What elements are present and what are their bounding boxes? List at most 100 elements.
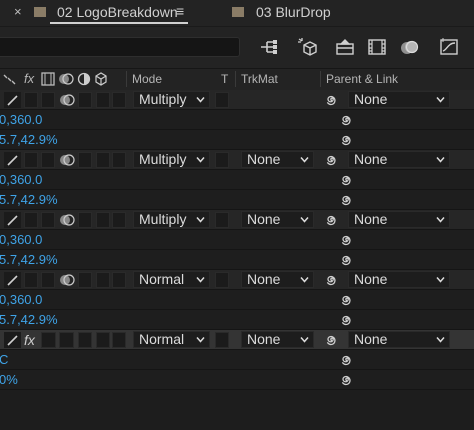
frame-blend-switch[interactable] <box>41 152 55 168</box>
motion-blur-icon[interactable] <box>59 213 75 227</box>
layer-search-input[interactable] <box>0 37 240 57</box>
parent-dropdown[interactable]: None <box>348 331 450 348</box>
property-value[interactable]: 0,360.0 <box>0 172 42 187</box>
composition-flowchart-icon[interactable] <box>258 36 280 58</box>
property-value[interactable]: 0,360.0 <box>0 232 42 247</box>
blend-mode-dropdown[interactable]: Multiply <box>133 211 210 228</box>
draft-3d-icon[interactable] <box>296 36 318 58</box>
pick-whip-icon[interactable] <box>339 372 355 388</box>
trkmat-dropdown[interactable]: None <box>241 211 314 228</box>
motion-blur-icon[interactable] <box>59 153 75 167</box>
pick-whip-icon[interactable] <box>324 92 340 108</box>
frame-blend-switch[interactable] <box>41 272 55 288</box>
quality-slash-icon[interactable] <box>4 152 21 168</box>
preserve-transparency-checkbox[interactable] <box>215 272 229 288</box>
layer-switch[interactable] <box>112 92 126 108</box>
parent-value: None <box>354 211 388 227</box>
property-value[interactable]: 0% <box>0 372 18 387</box>
trkmat-dropdown[interactable]: None <box>241 271 314 288</box>
quality-slash-icon[interactable] <box>4 212 21 228</box>
pick-whip-icon[interactable] <box>339 312 355 328</box>
3d-layer-switch[interactable] <box>96 92 110 108</box>
adjustment-layer-switch[interactable] <box>78 152 92 168</box>
property-row <box>0 370 474 390</box>
property-row <box>0 350 474 370</box>
pick-whip-icon[interactable] <box>339 172 355 188</box>
tab-logobreakdown[interactable]: 02 LogoBreakdown <box>57 4 178 20</box>
3d-layer-switch[interactable] <box>96 332 110 348</box>
parent-dropdown[interactable]: None <box>348 211 450 228</box>
adjustment-layer-switch[interactable] <box>78 272 92 288</box>
layer-switch[interactable] <box>112 272 126 288</box>
preserve-transparency-checkbox[interactable] <box>215 332 229 348</box>
pick-whip-icon[interactable] <box>339 352 355 368</box>
adjustment-layer-switch[interactable] <box>78 212 92 228</box>
parent-value: None <box>354 91 388 107</box>
blend-mode-dropdown[interactable]: Normal <box>133 331 210 348</box>
property-value[interactable]: C <box>0 352 8 367</box>
effect-switch[interactable] <box>24 152 38 168</box>
quality-slash-icon[interactable] <box>4 332 21 348</box>
panel-menu-icon[interactable]: ≡ <box>176 3 184 19</box>
parent-dropdown[interactable]: None <box>348 91 450 108</box>
parent-link-column-header: Parent & Link <box>326 72 399 86</box>
motion-blur-icon[interactable] <box>398 36 420 58</box>
motion-blur-header-icon <box>59 73 74 85</box>
property-value[interactable]: 5.7,42.9% <box>0 312 58 327</box>
preserve-transparency-checkbox[interactable] <box>215 92 229 108</box>
blend-mode-dropdown[interactable]: Multiply <box>133 91 210 108</box>
pick-whip-icon[interactable] <box>324 152 340 168</box>
shy-layers-icon[interactable] <box>334 36 356 58</box>
property-value[interactable]: 5.7,42.9% <box>0 252 58 267</box>
quality-slash-icon[interactable] <box>4 92 21 108</box>
layer-switch[interactable] <box>112 212 126 228</box>
parent-dropdown[interactable]: None <box>348 271 450 288</box>
3d-layer-switch[interactable] <box>96 212 110 228</box>
effect-switch[interactable] <box>24 212 38 228</box>
property-value[interactable]: 5.7,42.9% <box>0 192 58 207</box>
trkmat-dropdown[interactable]: None <box>241 331 314 348</box>
adjustment-layer-switch[interactable] <box>78 332 92 348</box>
effect-switch[interactable] <box>24 272 38 288</box>
layer-switch[interactable] <box>112 332 126 348</box>
pick-whip-icon[interactable] <box>339 132 355 148</box>
property-value[interactable]: 0,360.0 <box>0 112 42 127</box>
pick-whip-icon[interactable] <box>324 212 340 228</box>
graph-editor-icon[interactable] <box>438 36 460 58</box>
property-row <box>0 250 474 270</box>
pick-whip-icon[interactable] <box>339 112 355 128</box>
tab-blurdrop[interactable]: 03 BlurDrop <box>256 4 331 20</box>
close-tab-button[interactable]: × <box>14 4 22 19</box>
effect-switch[interactable] <box>24 92 38 108</box>
motion-blur-icon[interactable] <box>59 93 75 107</box>
blend-mode-dropdown[interactable]: Multiply <box>133 151 210 168</box>
pick-whip-icon[interactable] <box>339 192 355 208</box>
property-value[interactable]: 0,360.0 <box>0 292 42 307</box>
pick-whip-icon[interactable] <box>324 272 340 288</box>
layer-switch[interactable] <box>112 152 126 168</box>
preserve-transparency-checkbox[interactable] <box>215 152 229 168</box>
property-value[interactable]: 5.7,42.9% <box>0 132 58 147</box>
pick-whip-icon[interactable] <box>324 332 340 348</box>
pick-whip-icon[interactable] <box>339 232 355 248</box>
quality-slash-icon[interactable] <box>4 272 21 288</box>
3d-layer-switch[interactable] <box>96 152 110 168</box>
adjustment-layer-switch[interactable] <box>78 92 92 108</box>
preserve-transparency-checkbox[interactable] <box>215 212 229 228</box>
3d-layer-switch[interactable] <box>96 272 110 288</box>
pick-whip-icon[interactable] <box>339 292 355 308</box>
preserve-transparency-header: T <box>221 72 229 86</box>
frame-blend-switch[interactable] <box>41 212 55 228</box>
blend-mode-dropdown[interactable]: Normal <box>133 271 210 288</box>
blend-mode-value: Multiply <box>139 151 187 167</box>
motion-blur-switch[interactable] <box>59 332 74 348</box>
pick-whip-icon[interactable] <box>339 252 355 268</box>
trkmat-dropdown[interactable]: None <box>241 151 314 168</box>
trkmat-column-header: TrkMat <box>241 72 278 86</box>
frame-blend-switch[interactable] <box>41 92 55 108</box>
motion-blur-icon[interactable] <box>59 273 75 287</box>
effect-switch[interactable]: fx <box>24 332 35 348</box>
frame-blend-switch[interactable] <box>41 332 56 348</box>
frame-blending-icon[interactable] <box>366 36 388 58</box>
parent-dropdown[interactable]: None <box>348 151 450 168</box>
